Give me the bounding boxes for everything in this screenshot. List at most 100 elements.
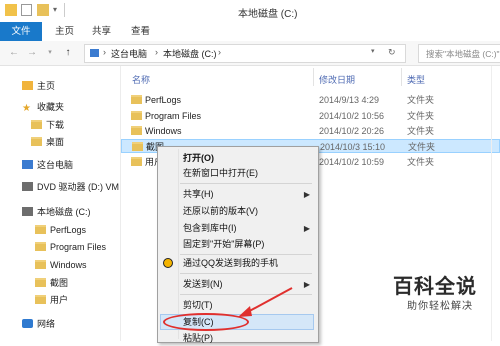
star-icon: ★ <box>22 103 31 114</box>
annotation-arrow-icon <box>238 287 293 317</box>
menu-item-pin-to-start[interactable]: 固定到"开始"屏幕(P) <box>183 236 264 252</box>
file-type: 文件夹 <box>407 126 435 136</box>
column-header-type[interactable]: 类型 <box>407 73 425 86</box>
sidebar-item-program-files[interactable]: Program Files <box>35 239 106 255</box>
submenu-arrow-icon: ▶ <box>303 190 310 199</box>
menu-item-send-to[interactable]: 发送到(N) <box>183 276 223 292</box>
folder-icon <box>35 225 46 234</box>
file-date: 2014/9/13 4:29 <box>319 95 380 105</box>
menu-item-restore-versions[interactable]: 还原以前的版本(V) <box>183 203 258 219</box>
column-header-name[interactable]: 名称 <box>132 73 150 86</box>
folder-icon <box>131 157 142 166</box>
recent-locations-icon[interactable]: ▾ <box>44 47 56 59</box>
home-icon <box>22 81 33 90</box>
sidebar-item-network[interactable]: 网络 <box>22 316 55 332</box>
sidebar-item-label: 本地磁盘 (C:) <box>37 207 91 217</box>
file-row[interactable]: PerfLogs 2014/9/13 4:29 文件夹 <box>121 93 500 107</box>
folder-icon <box>35 295 46 304</box>
file-name: Windows <box>145 126 182 136</box>
sidebar-item-label: Program Files <box>50 242 107 252</box>
sidebar-item-label: PerfLogs <box>50 225 87 235</box>
file-type: 文件夹 <box>408 142 436 152</box>
folder-icon <box>35 260 46 269</box>
properties-icon[interactable] <box>21 4 32 16</box>
menu-item-include-in-library[interactable]: 包含到库中(I) <box>183 220 237 236</box>
sidebar-item-label: 桌面 <box>46 137 65 147</box>
up-icon[interactable]: ↑ <box>62 47 74 59</box>
menu-item-send-qq[interactable]: 通过QQ发送到我的手机 <box>183 255 278 271</box>
menu-item-open[interactable]: 打开(O) <box>183 150 214 166</box>
tab-home[interactable]: 主页 <box>55 22 74 41</box>
file-date: 2014/10/3 15:10 <box>320 142 386 152</box>
folder-icon <box>35 278 46 287</box>
annotation-arrow-line <box>243 287 293 315</box>
column-divider[interactable] <box>313 68 314 86</box>
folder-icon <box>31 120 42 129</box>
file-name: Program Files <box>145 111 202 121</box>
file-row[interactable]: Windows 2014/10/2 20:26 文件夹 <box>121 124 500 138</box>
ribbon: 文件 主页 共享 查看 <box>0 22 500 42</box>
drive-icon <box>22 207 33 216</box>
qq-icon <box>163 258 173 268</box>
forward-icon[interactable]: → <box>26 47 38 59</box>
search-placeholder: 搜索"本地磁盘 (C:)" <box>426 49 500 59</box>
breadcrumb-separator-icon: › <box>218 47 221 57</box>
divider <box>491 66 492 341</box>
sidebar-item-dvd-drive[interactable]: DVD 驱动器 (D:) VM <box>22 179 119 195</box>
watermark-title: 百科全说 <box>393 274 477 298</box>
sidebar-item-local-disk[interactable]: 本地磁盘 (C:) <box>22 204 91 220</box>
chevron-down-icon[interactable]: ▾ <box>371 47 375 55</box>
sidebar-item-perflogs[interactable]: PerfLogs <box>35 222 86 238</box>
search-input[interactable]: 搜索"本地磁盘 (C:)" <box>418 44 500 63</box>
sidebar-item-desktop[interactable]: 桌面 <box>31 134 64 150</box>
new-folder-icon[interactable] <box>37 4 49 16</box>
title-bar: ▾ 本地磁盘 (C:) <box>0 0 500 22</box>
column-divider[interactable] <box>401 68 402 86</box>
menu-item-cut[interactable]: 剪切(T) <box>183 297 213 313</box>
menu-item-share[interactable]: 共享(H) <box>183 186 214 202</box>
breadcrumb-item[interactable]: 本地磁盘 (C:) <box>163 47 217 60</box>
file-name: PerfLogs <box>145 95 182 105</box>
folder-icon <box>131 126 142 135</box>
annotation-arrow-head <box>238 306 252 317</box>
menu-item-paste[interactable]: 粘贴(P) <box>183 330 213 346</box>
menu-separator <box>180 183 312 184</box>
computer-icon <box>90 49 99 57</box>
sidebar-item-this-pc[interactable]: 这台电脑 <box>22 157 73 173</box>
dvd-icon <box>22 182 33 191</box>
file-row[interactable]: Program Files 2014/10/2 10:56 文件夹 <box>121 109 500 123</box>
file-date: 2014/10/2 10:59 <box>319 157 385 167</box>
menu-separator <box>180 273 312 274</box>
sidebar-item-home[interactable]: 主页 <box>22 78 55 94</box>
refresh-icon[interactable]: ↻ <box>388 47 396 58</box>
navigation-bar: ← → ▾ ↑ › 这台电脑 › 本地磁盘 (C:) › ▾ ↻ 搜索"本地磁盘… <box>0 41 500 66</box>
back-icon[interactable]: ← <box>8 47 20 59</box>
menu-item-open-new-window[interactable]: 在新窗口中打开(E) <box>183 165 258 181</box>
sidebar-item-label: DVD 驱动器 (D:) VM <box>37 182 119 192</box>
folder-icon <box>131 111 142 120</box>
file-type: 文件夹 <box>407 95 435 105</box>
address-box[interactable]: › 这台电脑 › 本地磁盘 (C:) › ▾ ↻ <box>84 44 406 63</box>
tab-file[interactable]: 文件 <box>0 22 42 41</box>
sidebar-item-label: 下载 <box>46 120 65 130</box>
tab-share[interactable]: 共享 <box>92 22 111 41</box>
sidebar-item-downloads[interactable]: 下载 <box>31 117 64 133</box>
sidebar-item-label: 主页 <box>37 81 56 91</box>
submenu-arrow-icon: ▶ <box>303 280 310 289</box>
chevron-down-icon[interactable]: ▾ <box>53 5 57 14</box>
column-header-date[interactable]: 修改日期 <box>319 73 355 86</box>
sidebar-item-label: 这台电脑 <box>37 160 74 170</box>
tab-view[interactable]: 查看 <box>131 22 150 41</box>
submenu-arrow-icon: ▶ <box>303 224 310 233</box>
breadcrumb-item[interactable]: 这台电脑 <box>111 47 147 60</box>
sidebar-item-label: 收藏夹 <box>37 102 65 112</box>
sidebar-item-users[interactable]: 用户 <box>35 292 68 308</box>
folder-icon <box>31 137 42 146</box>
sidebar-item-label: Windows <box>50 260 87 270</box>
sidebar-item-screenshots[interactable]: 截图 <box>35 275 68 291</box>
folder-icon <box>5 4 17 16</box>
sidebar-item-favorites[interactable]: ★ 收藏夹 <box>22 99 64 115</box>
file-date: 2014/10/2 10:56 <box>319 111 385 121</box>
navigation-pane: 主页 ★ 收藏夹 下载 桌面 这台电脑 DVD 驱动器 (D:) VM 本地磁盘 … <box>0 66 121 341</box>
sidebar-item-windows[interactable]: Windows <box>35 257 87 273</box>
